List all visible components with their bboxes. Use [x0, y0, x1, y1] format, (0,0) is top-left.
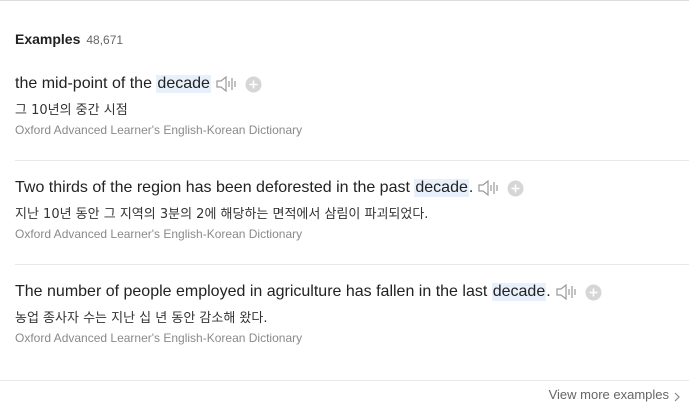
sentence-text: the mid-point of the	[15, 75, 157, 92]
view-more-examples-link[interactable]: View more examples	[549, 387, 681, 402]
sentence-tail: .	[468, 179, 474, 196]
speaker-icon[interactable]	[477, 178, 501, 198]
examples-panel: Examples 48,671 the mid-point of the dec…	[0, 0, 689, 409]
speaker-icon[interactable]	[215, 74, 239, 94]
example-translation: 그 10년의 중간 시점	[15, 103, 128, 118]
sentence-text: The number of people employed in agricul…	[15, 283, 492, 300]
sentence-tail: .	[546, 283, 551, 300]
example-source: Oxford Advanced Learner's English-Korean…	[15, 331, 303, 345]
example-source: Oxford Advanced Learner's English-Korean…	[15, 123, 303, 137]
example-sentence: Two thirds of the region has been defore…	[15, 177, 689, 199]
examples-title: Examples	[15, 31, 81, 47]
divider	[15, 160, 689, 161]
examples-header: Examples 48,671	[15, 31, 123, 47]
highlighted-keyword[interactable]: decade	[414, 179, 469, 197]
add-to-wordbook-icon[interactable]	[245, 76, 262, 93]
sentence-text: Two thirds of the region has been defore…	[15, 179, 415, 196]
example-item: the mid-point of the decade 그 10년의 중간 시점…	[0, 73, 689, 137]
highlighted-keyword[interactable]: decade	[156, 75, 211, 93]
example-translation: 농업 종사자 수는 지난 십 년 동안 감소해 왔다.	[15, 311, 268, 326]
example-translation: 지난 10년 동안 그 지역의 3분의 2에 해당하는 면적에서 삼림이 파괴되…	[15, 207, 429, 222]
example-sentence: the mid-point of the decade	[15, 73, 689, 95]
example-source: Oxford Advanced Learner's English-Korean…	[15, 227, 303, 241]
speaker-icon[interactable]	[555, 282, 579, 302]
divider	[0, 380, 689, 381]
add-to-wordbook-icon[interactable]	[585, 284, 602, 301]
view-more-label: View more examples	[548, 387, 669, 402]
highlighted-keyword[interactable]: decade	[491, 283, 547, 301]
divider	[15, 264, 689, 265]
example-sentence: The number of people employed in agricul…	[15, 281, 689, 303]
example-item: Two thirds of the region has been defore…	[0, 177, 689, 241]
chevron-right-icon	[673, 390, 681, 401]
examples-count: 48,671	[86, 33, 124, 47]
example-item: The number of people employed in agricul…	[0, 281, 689, 345]
add-to-wordbook-icon[interactable]	[507, 180, 524, 197]
